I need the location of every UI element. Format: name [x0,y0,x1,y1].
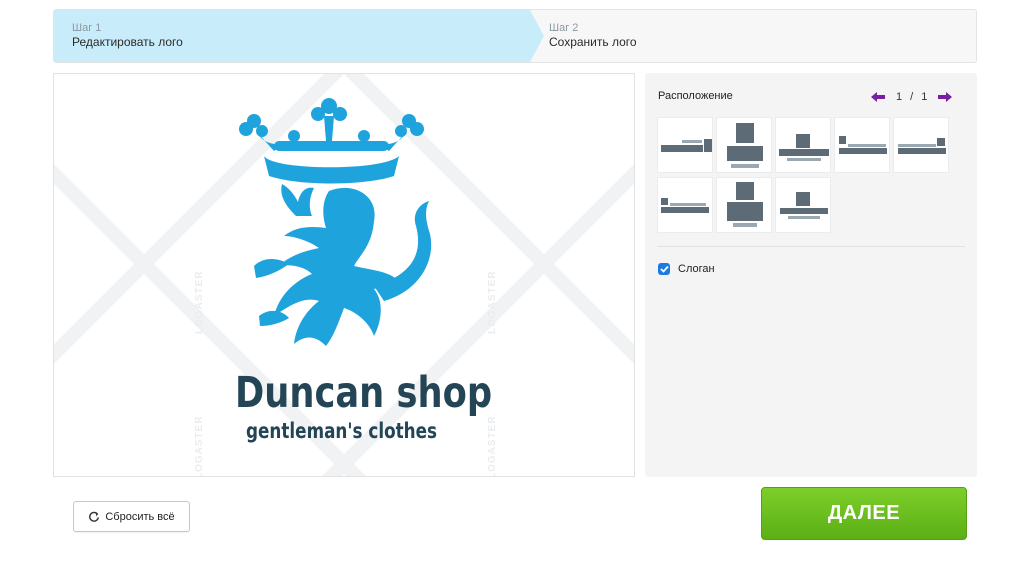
slogan-toggle[interactable]: Слоган [658,263,715,275]
pager-current: 1 [896,91,903,103]
reset-all-button[interactable]: Сбросить всё [73,501,190,532]
step-2-number: Шаг 2 [549,22,579,34]
refresh-icon [89,511,100,522]
steps-bar: Шаг 1 Редактировать лого Шаг 2 Сохранить… [53,9,977,63]
pager-status: 1 / 1 [896,91,927,103]
pager-total: 1 [921,91,928,103]
pager-separator: / [910,91,914,103]
step-arrow [530,10,544,62]
next-button[interactable]: ДАЛЕЕ [761,487,967,540]
layout-option[interactable] [775,177,831,233]
logo-canvas[interactable]: LOGASTER LOGASTER LOGASTER LOGASTER LOGA… [53,73,635,477]
layout-option[interactable] [657,177,713,233]
next-arrow-icon[interactable] [936,89,954,105]
layout-option[interactable] [716,117,772,173]
layout-panel: Расположение 1 / 1 Слоган [645,73,977,477]
lion-crown-emblem [239,98,432,346]
step-1-name: Редактировать лого [72,35,183,49]
reset-label: Сбросить всё [105,510,175,523]
logo-title: Duncan shop [235,368,493,418]
logo-slogan: gentleman's clothes [246,419,438,443]
step-1: Шаг 1 Редактировать лого [54,10,530,62]
watermark-text: LOGASTER [194,415,205,477]
layout-option[interactable] [657,117,713,173]
step-2-name: Сохранить лого [549,35,637,49]
slogan-checkbox[interactable] [658,263,670,275]
slogan-label: Слоган [678,263,715,275]
layout-option[interactable] [834,117,890,173]
layout-label: Расположение [658,90,733,102]
watermark-text: LOGASTER [194,270,205,334]
next-label: ДАЛЕЕ [827,502,901,524]
layout-pager: 1 / 1 [869,89,954,105]
step-1-number: Шаг 1 [72,22,102,34]
prev-arrow-icon[interactable] [869,89,887,105]
layout-option[interactable] [775,117,831,173]
watermark-text: LOGASTER [487,415,498,477]
checkmark-icon [659,265,669,273]
panel-divider [657,246,965,247]
layout-option[interactable] [716,177,772,233]
layout-option[interactable] [893,117,949,173]
watermark-text: LOGASTER [487,270,498,334]
